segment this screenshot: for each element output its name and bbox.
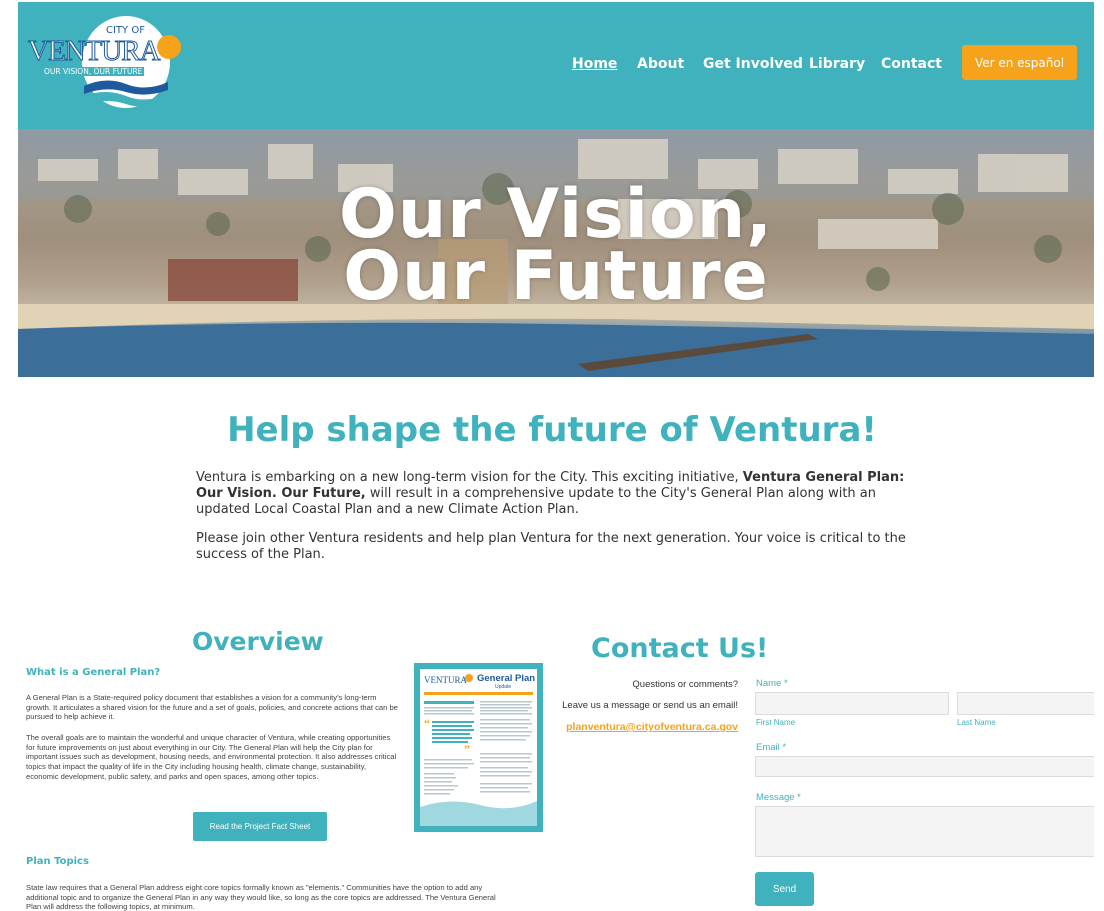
email-input[interactable] (755, 756, 1094, 777)
flyer-title: General Plan (477, 673, 536, 684)
fact-sheet-page: VENTURA General Plan Update “ ” (420, 669, 537, 827)
overview-paragraph-2: The overall goals are to maintain the wo… (26, 733, 397, 781)
svg-text:“: “ (424, 716, 430, 730)
flyer-text-lines: “ ” (420, 701, 537, 827)
overview-title: Overview (192, 627, 324, 656)
flyer-logo-sun (465, 674, 473, 682)
fact-sheet-thumbnail[interactable]: VENTURA General Plan Update “ ” (414, 663, 543, 832)
hero-title-line2: Our Future (343, 237, 769, 316)
nav-get-involved[interactable]: Get Involved (703, 56, 803, 72)
hero-banner: Our Vision, Our Future (18, 129, 1094, 377)
flyer-rule (424, 692, 533, 695)
fact-sheet-button[interactable]: Read the Project Fact Sheet (193, 812, 327, 841)
intro-p1-text: Ventura is embarking on a new long-term … (196, 470, 743, 485)
nav-about[interactable]: About (637, 56, 684, 72)
intro-title: Help shape the future of Ventura! (227, 410, 877, 450)
nav-contact[interactable]: Contact (881, 56, 942, 72)
plan-topics-heading: Plan Topics (26, 856, 89, 867)
send-button[interactable]: Send (755, 872, 814, 906)
contact-line-2: Leave us a message or send us an email! (562, 700, 738, 711)
what-is-general-plan-heading: What is a General Plan? (26, 667, 161, 678)
intro-paragraph-2: Please join other Ventura residents and … (196, 531, 906, 562)
flyer-logo: VENTURA (424, 675, 467, 685)
contact-title: Contact Us! (591, 633, 769, 664)
nav-library[interactable]: Library (809, 56, 865, 72)
message-textarea[interactable] (755, 806, 1094, 857)
first-name-sublabel: First Name (756, 718, 796, 727)
contact-email-link[interactable]: planventura@cityofventura.ca.gov (566, 721, 738, 733)
nav-home[interactable]: Home (572, 56, 617, 72)
message-label: Message * (756, 792, 801, 803)
name-label: Name * (756, 678, 788, 689)
flyer-subtitle: Update (495, 684, 512, 690)
last-name-input[interactable] (957, 692, 1094, 715)
first-name-input[interactable] (755, 692, 949, 715)
overview-paragraph-1: A General Plan is a State-required polic… (26, 693, 398, 722)
email-label: Email * (756, 742, 787, 753)
main-nav: Home About Get Involved Library Contact … (18, 2, 1094, 129)
intro-paragraph-1: Ventura is embarking on a new long-term … (196, 470, 908, 518)
plan-topics-paragraph: State law requires that a General Plan a… (26, 883, 496, 911)
last-name-sublabel: Last Name (957, 718, 996, 727)
spanish-button[interactable]: Ver en español (962, 45, 1077, 80)
site-header: CITY OF VENTURA OUR VISION, OUR FUTURE H… (18, 2, 1094, 129)
svg-text:”: ” (464, 742, 470, 756)
contact-line-1: Questions or comments? (632, 679, 738, 690)
